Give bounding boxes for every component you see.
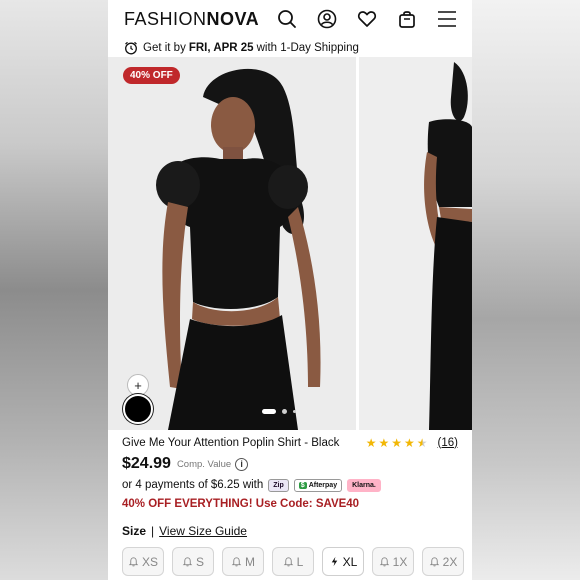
afterpay-logo[interactable]: $ Afterpay [293,478,343,492]
lightning-icon [331,556,337,567]
alarm-clock-icon [125,41,137,55]
shipping-suffix: with 1-Day Shipping [256,42,359,54]
product-photo-next[interactable] [359,57,472,430]
size-option-2x[interactable]: 2X [422,547,464,576]
bell-icon [283,557,293,567]
color-swatch-black[interactable] [123,394,153,424]
logo-bold-text: NOVA [206,8,260,29]
shipping-prefix: Get it by [143,42,186,54]
size-header: Size | View Size Guide [122,523,458,539]
star-icon: ★ [404,435,415,450]
menu-icon[interactable] [436,8,458,30]
star-icon: ★ [391,435,403,450]
shipping-banner: Get it by FRI, APR 25 with 1-Day Shippin… [108,38,472,58]
size-option-m[interactable]: M [222,547,264,576]
size-option-xs[interactable]: XS [122,547,164,576]
afterpay-label: Afterpay [308,481,338,489]
size-option-1x[interactable]: 1X [372,547,414,576]
bell-icon [128,557,139,567]
klarna-logo[interactable]: Klarna. [347,478,381,492]
size-option-l[interactable]: L [272,547,314,576]
size-option-label: S [195,554,204,569]
carousel-dot-1[interactable] [262,409,276,414]
add-color-button[interactable]: + [127,374,149,396]
size-guide-link[interactable]: View Size Guide [159,524,247,538]
carousel-dots [262,409,296,414]
size-option-label: XS [141,554,158,569]
model-photo-illustration [108,57,356,430]
account-icon[interactable] [316,8,338,30]
bell-icon [429,557,439,567]
carousel-dot-3[interactable] [293,410,296,413]
background-blur-right [472,0,580,580]
star-icon: ★ [365,435,377,450]
shopping-bag-icon[interactable] [396,8,418,30]
search-icon[interactable] [276,8,298,30]
site-header: FASHIONNOVA [108,0,472,38]
wishlist-heart-icon[interactable] [356,8,378,30]
model-photo-illustration-2 [359,57,472,430]
size-option-label: 1X [392,554,408,569]
divider: | [151,524,155,538]
size-option-s[interactable]: S [172,547,214,576]
product-rating[interactable]: ★ ★ ★ ★ ★ (16) [366,437,458,449]
half-star-icon: ★ [416,435,428,450]
bell-icon [379,557,389,567]
size-label: Size [122,524,147,538]
carousel-dot-2[interactable] [282,409,287,414]
shipping-date: FRI, APR 25 [188,42,254,54]
discount-badge: 40% OFF [123,67,180,84]
product-photo-main[interactable]: 40% OFF + [108,57,356,430]
product-title: Give Me Your Attention Poplin Shirt - Bl… [122,436,340,449]
zip-logo[interactable]: Zip [268,478,289,492]
size-option-label: 2X [442,554,458,569]
product-image-gallery[interactable]: 40% OFF + [108,57,472,430]
review-count-link[interactable]: (16) [438,437,458,449]
product-page: FASHIONNOVA Get it by FRI, APR 25 with 1… [108,0,472,580]
installments-text: or 4 payments of $6.25 with [122,479,264,491]
product-price: $24.99 [122,455,171,472]
comp-value-label: Comp. Value [176,458,232,470]
bell-icon [182,557,193,567]
logo-light-text: FASHION [124,8,207,29]
info-icon[interactable]: i [235,457,249,471]
size-option-xl[interactable]: XL [322,547,364,576]
size-options: XS S M L XL 1X 2X [122,547,464,576]
size-option-label: L [296,554,304,569]
promo-message: 40% OFF EVERYTHING! Use Code: SAVE40 [122,497,360,510]
size-option-label: XL [342,554,358,569]
brand-logo[interactable]: FASHIONNOVA [124,9,276,30]
product-info: Give Me Your Attention Poplin Shirt - Bl… [122,433,458,539]
size-option-label: M [245,554,255,569]
bell-icon [231,557,242,567]
star-icon: ★ [378,435,390,450]
background-blur-left [0,0,108,580]
